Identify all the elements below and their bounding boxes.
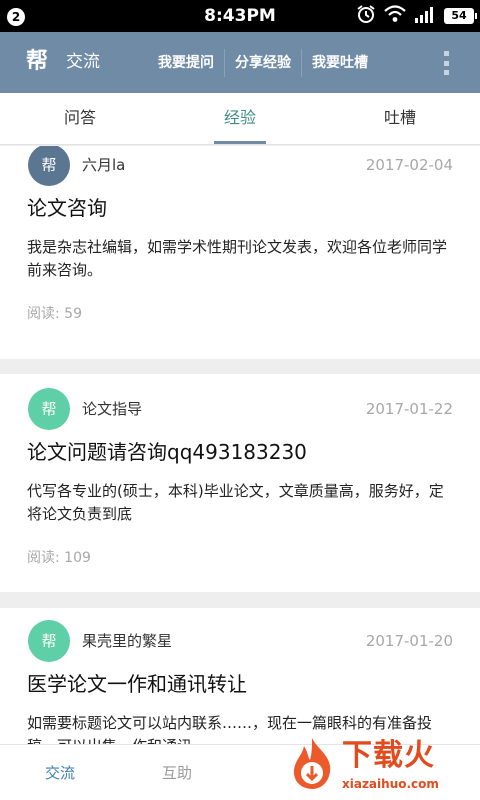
read-count-value: 109 <box>64 550 91 566</box>
header-actions: 我要提问 分享经验 我要吐槽 <box>148 49 378 77</box>
status-icons: 54 <box>356 4 477 28</box>
post-feed[interactable]: 帮 六月la 2017-02-04 论文咨询 我是杂志社编辑，如需学术性期刊论文… <box>0 146 480 744</box>
complain-button[interactable]: 我要吐槽 <box>302 49 378 77</box>
post-card[interactable]: 帮 六月la 2017-02-04 论文咨询 我是杂志社编辑，如需学术性期刊论文… <box>0 146 480 359</box>
ask-question-button[interactable]: 我要提问 <box>148 49 225 77</box>
post-date: 2017-01-20 <box>365 632 453 650</box>
signal-icon <box>414 5 436 27</box>
nav-item-exchange[interactable]: 交流 <box>0 745 120 800</box>
post-date: 2017-02-04 <box>365 156 453 174</box>
tab-bar: 问答 经验 吐槽 <box>0 93 480 145</box>
author-avatar[interactable]: 帮 <box>28 146 70 186</box>
post-excerpt: 代写各专业的(硕士，本科)毕业论文，文章质量高，服务好，定将论文负责到底 <box>27 482 444 523</box>
tab-qa[interactable]: 问答 <box>0 93 160 145</box>
author-name[interactable]: 六月la <box>82 155 125 175</box>
read-count: 阅读: 109 <box>27 548 91 568</box>
author-name[interactable]: 果壳里的繁星 <box>82 631 172 651</box>
author-name[interactable]: 论文指导 <box>82 399 142 419</box>
author-avatar[interactable]: 帮 <box>28 620 70 662</box>
watermark-brand: 下载火 <box>342 738 435 773</box>
alarm-icon <box>356 4 376 28</box>
flame-icon <box>293 738 331 789</box>
read-count-value: 59 <box>64 306 82 322</box>
tab-complaints[interactable]: 吐槽 <box>320 93 480 145</box>
watermark-url: xiazaihuo.com <box>342 777 439 791</box>
author-avatar[interactable]: 帮 <box>28 388 70 430</box>
post-title[interactable]: 论文问题请咨询qq493183230 <box>27 438 307 466</box>
nav-item-mutual-help[interactable]: 互助 <box>117 745 237 800</box>
status-bar: 2 8:43PM 54 <box>0 0 480 32</box>
wifi-icon <box>384 5 406 27</box>
read-count: 阅读: 59 <box>27 304 82 324</box>
post-card[interactable]: 帮 果壳里的繁星 2017-01-20 医学论文一作和通讯转让 如需要标题论文可… <box>0 608 480 744</box>
post-title[interactable]: 论文咨询 <box>27 194 107 222</box>
read-count-label: 阅读: <box>27 550 60 566</box>
post-title[interactable]: 医学论文一作和通讯转让 <box>27 670 247 698</box>
active-tab-indicator <box>214 141 266 144</box>
post-card[interactable]: 帮 论文指导 2017-01-22 论文问题请咨询qq493183230 代写各… <box>0 374 480 592</box>
tab-experience[interactable]: 经验 <box>160 93 320 145</box>
post-date: 2017-01-22 <box>365 400 453 418</box>
more-menu-icon[interactable] <box>442 49 450 77</box>
battery-indicator: 54 <box>444 8 477 24</box>
header-title: 交流 <box>66 52 100 72</box>
app-logo-icon[interactable]: 帮 <box>20 45 54 79</box>
app-header: 帮 交流 我要提问 分享经验 我要吐槽 <box>0 32 480 93</box>
watermark-logo: 下载火 xiazaihuo.com <box>282 728 480 800</box>
post-excerpt: 我是杂志社编辑，如需学术性期刊论文发表，欢迎各位老师同学前来咨询。 <box>27 238 448 279</box>
share-experience-button[interactable]: 分享经验 <box>225 49 302 77</box>
read-count-label: 阅读: <box>27 306 60 322</box>
